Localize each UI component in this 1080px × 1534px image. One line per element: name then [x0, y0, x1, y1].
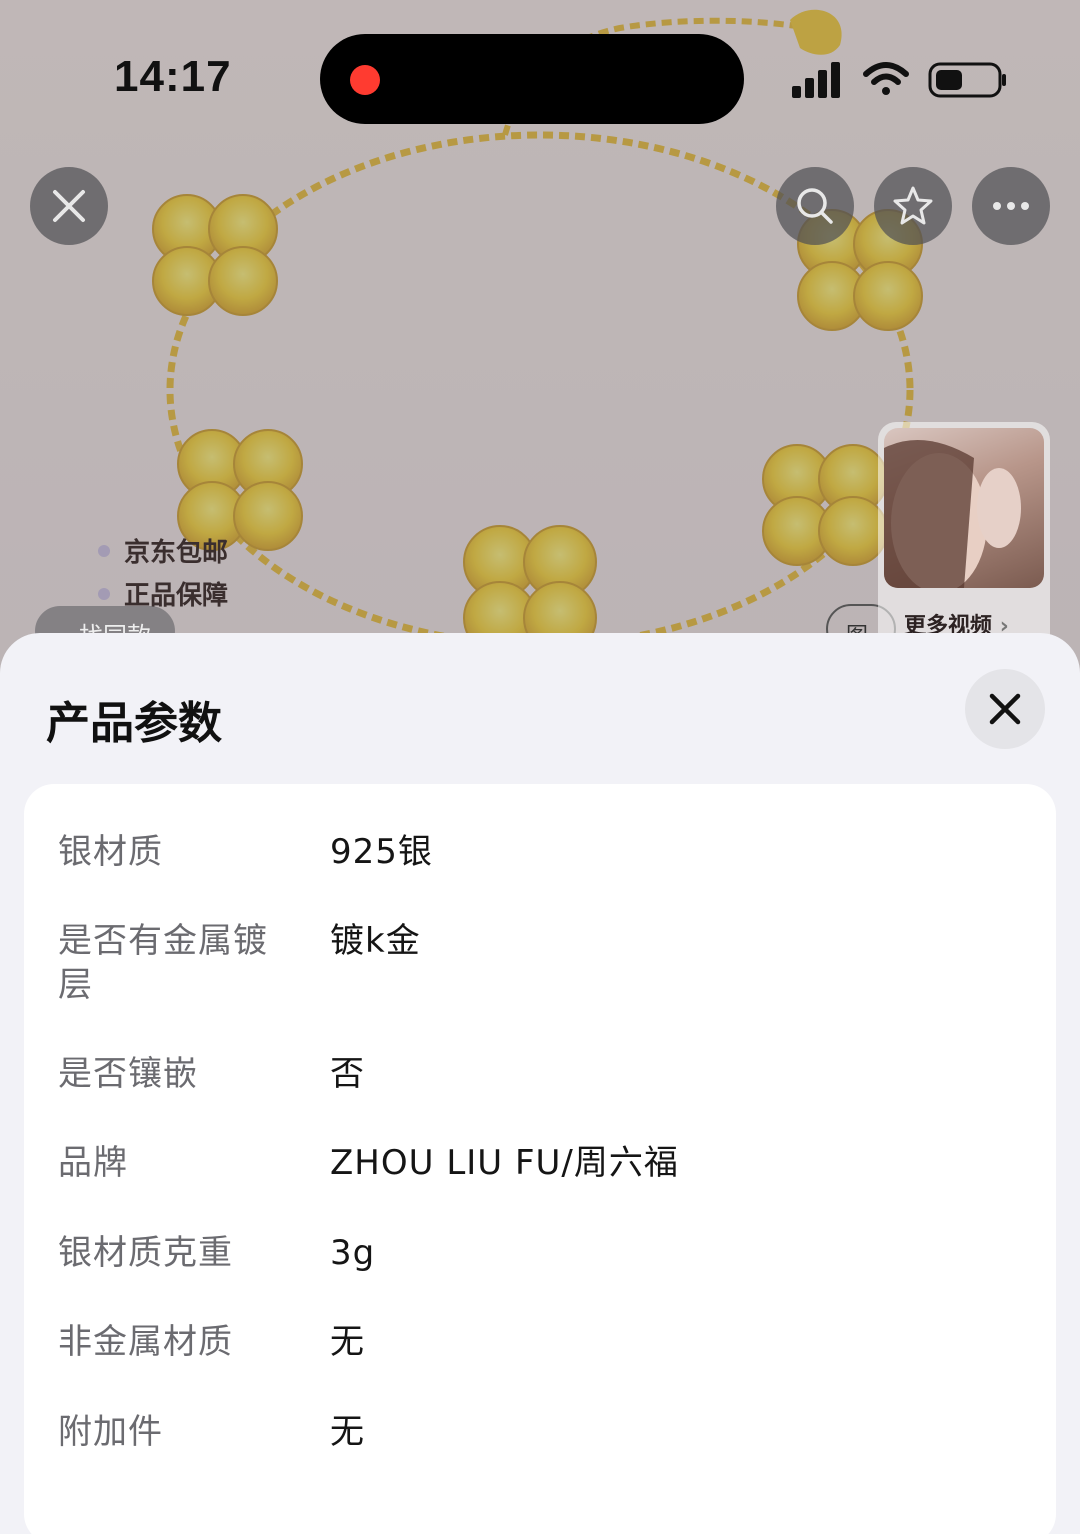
- param-value: 无: [330, 1412, 365, 1452]
- param-label: 银材质克重: [58, 1233, 233, 1273]
- close-icon: [989, 693, 1021, 725]
- param-value: 925银: [330, 832, 433, 872]
- video-thumbnail: [884, 428, 1044, 588]
- recording-indicator-icon: [350, 65, 380, 95]
- more-dots-icon: [993, 202, 1029, 210]
- param-value: 无: [330, 1322, 365, 1362]
- status-icons: [792, 62, 1006, 98]
- search-button[interactable]: [776, 167, 854, 245]
- param-value: 3g: [330, 1233, 376, 1273]
- param-label: 银材质: [58, 832, 163, 872]
- favorite-button[interactable]: [874, 167, 952, 245]
- star-icon: [893, 186, 933, 225]
- bullet-dot-icon: [98, 544, 110, 557]
- status-time: 14:17: [114, 52, 232, 101]
- video-thumbnail-art: [884, 440, 1021, 588]
- param-label: 是否有金属镀层: [58, 921, 268, 1005]
- close-page-button[interactable]: [30, 167, 108, 245]
- close-icon: [53, 190, 85, 222]
- battery-icon: [928, 62, 1006, 98]
- param-label: 品牌: [58, 1143, 128, 1183]
- param-label: 非金属材质: [58, 1322, 233, 1362]
- product-params-sheet: 产品参数 银材质 925银 是否有金属镀层 镀k金 是否镶嵌 否 品牌 ZHOU…: [0, 633, 1080, 1534]
- product-page-background: 14:17 京东包邮 正品保障 更多视频 ›: [0, 0, 1080, 700]
- sheet-title: 产品参数: [46, 698, 222, 749]
- wifi-icon: [863, 62, 909, 95]
- param-label: 是否镶嵌: [58, 1054, 198, 1094]
- param-value: ZHOU LIU FU/周六福: [330, 1143, 679, 1183]
- sheet-close-button[interactable]: [965, 669, 1045, 749]
- params-card: 银材质 925银 是否有金属镀层 镀k金 是否镶嵌 否 品牌 ZHOU LIU …: [24, 784, 1056, 1534]
- search-icon: [797, 188, 833, 224]
- param-value: 否: [330, 1054, 365, 1094]
- dynamic-island: [320, 34, 744, 124]
- promo-label: 京东包邮: [124, 538, 229, 568]
- promo-free-shipping: 京东包邮: [98, 532, 228, 569]
- more-button[interactable]: [972, 167, 1050, 245]
- more-videos-card[interactable]: 更多视频 ›: [878, 422, 1050, 652]
- param-value: 镀k金: [330, 921, 421, 961]
- cellular-signal-icon: [792, 62, 840, 98]
- param-label: 附加件: [58, 1412, 163, 1452]
- bullet-dot-icon: [98, 587, 110, 600]
